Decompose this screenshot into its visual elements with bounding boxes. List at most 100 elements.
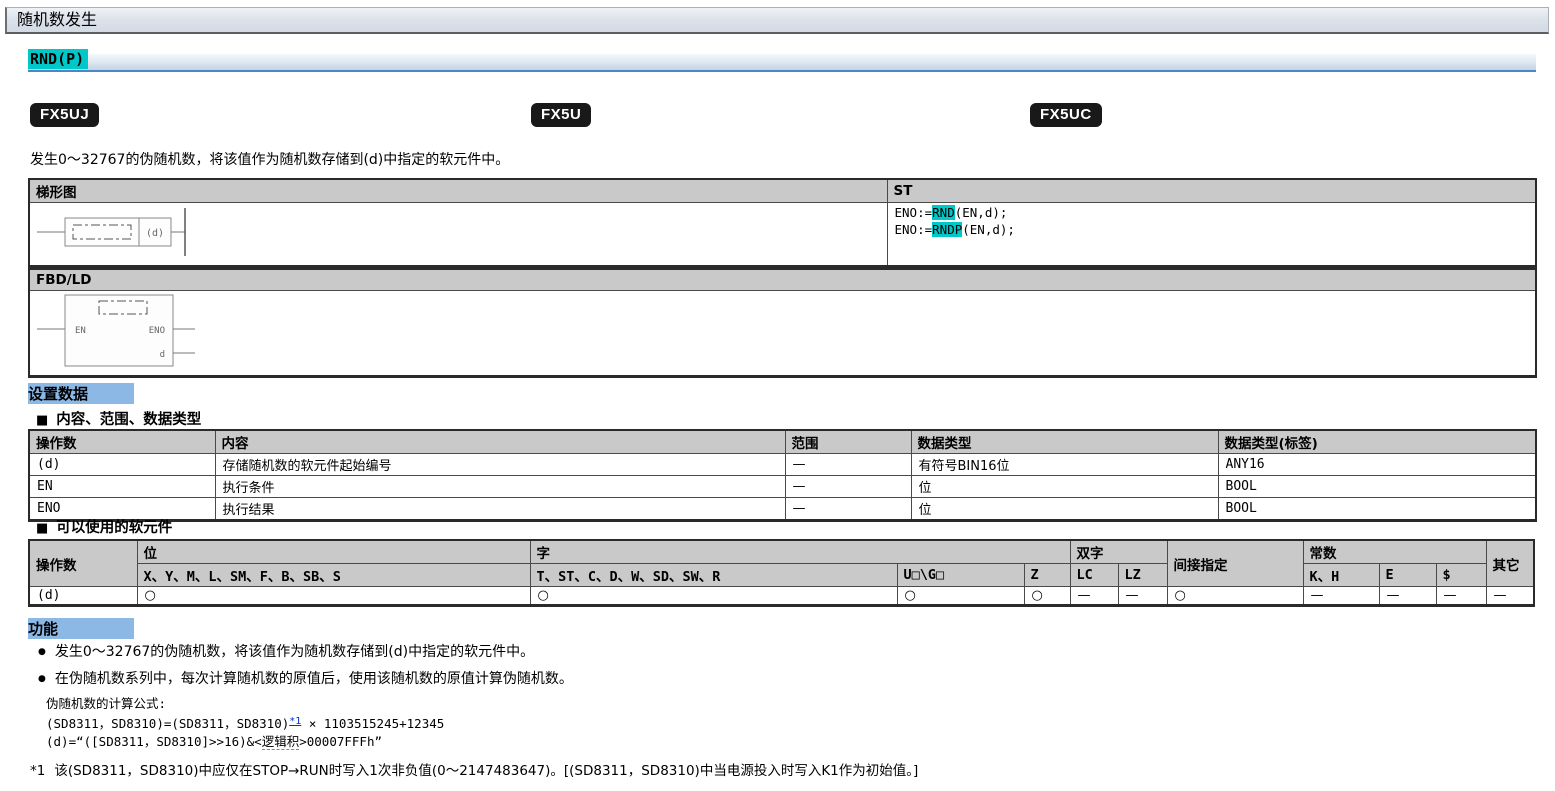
instruction-intro: 发生0～32767的伪随机数，将该值作为随机数存储到(d)中指定的软元件中。	[30, 149, 509, 169]
fbd-ld-header: FBD/LD	[29, 269, 1536, 290]
cell-e-usable: —	[1379, 587, 1436, 606]
model-badge-fx5uc: FX5UC	[1030, 103, 1102, 127]
formula-text: (SD8311，SD8310)=(SD8311，SD8310)	[46, 716, 289, 731]
ladder-header: 梯形图	[29, 179, 887, 203]
sub-header-kh: K、H	[1303, 564, 1379, 587]
sub-header-bit-devices: X、Y、M、L、SM、F、B、SB、S	[137, 564, 530, 587]
function-bullet-1: 发生0～32767的伪随机数，将该值作为随机数存储到(d)中指定的软元件中。	[38, 641, 534, 661]
fbd-ld-table: FBD/LD EN ENO d	[28, 268, 1537, 378]
group-header-constant: 常数	[1303, 540, 1486, 564]
formula-text: >00007FFFh”	[299, 734, 382, 749]
function-heading: 功能	[28, 618, 134, 639]
st-code-pre: ENO:=	[895, 205, 933, 220]
st-highlight-rnd: RND	[932, 205, 955, 220]
col-header-operand: 操作数	[29, 540, 137, 587]
sub-header-buffer-memory: U□\G□	[897, 564, 1024, 587]
sub-header-index-z: Z	[1024, 564, 1070, 587]
function-bullet-2: 在伪随机数系列中，每次计算随机数的原值后，使用该随机数的原值计算伪随机数。	[38, 668, 573, 688]
group-header-bit: 位	[137, 540, 530, 564]
cell-datatype: 位	[911, 498, 1218, 521]
cell-word-usable: ○	[530, 587, 897, 606]
footnote-marker: *1	[30, 763, 45, 779]
ladder-operand-label: (d)	[146, 228, 164, 239]
square-marker-icon: ■	[36, 413, 48, 428]
sub-header-e: E	[1379, 564, 1436, 587]
col-header-datatype-label: 数据类型(标签)	[1218, 430, 1536, 454]
col-header-range: 范围	[785, 430, 911, 454]
cell-content: 执行条件	[215, 476, 785, 498]
sub-header-lz: LZ	[1118, 564, 1167, 587]
fbd-diagram: EN ENO d	[37, 292, 237, 370]
table-row: EN 执行条件 — 位 BOOL	[29, 476, 1536, 498]
function-title: 功能	[28, 618, 134, 639]
cell-operand: (d)	[29, 587, 137, 606]
cell-lz-usable: —	[1118, 587, 1167, 606]
cell-range: —	[785, 498, 911, 521]
col-header-datatype: 数据类型	[911, 430, 1218, 454]
cell-indirect-usable: ○	[1167, 587, 1303, 606]
table-header-row: 操作数 内容 范围 数据类型 数据类型(标签)	[29, 430, 1536, 454]
cell-content: 存储随机数的软元件起始编号	[215, 454, 785, 476]
st-header: ST	[887, 179, 1536, 203]
cell-datatype: 有符号BIN16位	[911, 454, 1218, 476]
st-highlight-rndp: RNDP	[932, 222, 962, 237]
model-badges: FX5UJ FX5U FX5UC	[28, 103, 1536, 129]
instruction-name: RND(P)	[28, 49, 88, 69]
formula-text: (d)=“([SD8311，SD8310]>>16)&<	[46, 734, 262, 749]
cell-bit-usable: ○	[137, 587, 530, 606]
cell-range: —	[785, 476, 911, 498]
cell-kh-usable: —	[1303, 587, 1379, 606]
cell-z-usable: ○	[1024, 587, 1070, 606]
device-group-header-row: 操作数 位 字 双字 间接指定 常数 其它	[29, 540, 1534, 564]
page-title: 随机数发生	[17, 10, 97, 29]
formula-text: × 1103515245+12345	[301, 716, 444, 731]
st-code-post: (EN,d);	[962, 222, 1015, 237]
sub-header-string: $	[1436, 564, 1486, 587]
group-header-word: 字	[530, 540, 1070, 564]
st-code-pre: ENO:=	[895, 222, 933, 237]
footnote-1: *1 该(SD8311，SD8310)中应仅在STOP→RUN时写入1次非负值(0…	[30, 759, 918, 779]
operand-spec-table: 操作数 内容 范围 数据类型 数据类型(标签) (d) 存储随机数的软元件起始编…	[28, 429, 1537, 522]
device-usability-row: (d) ○ ○ ○ ○ — — ○ — — — —	[29, 587, 1534, 606]
bullet-text: 在伪随机数系列中，每次计算随机数的原值后，使用该随机数的原值计算伪随机数。	[55, 671, 573, 687]
glossary-term-link[interactable]: 逻辑积	[262, 734, 300, 750]
table-row: ENO 执行结果 — 位 BOOL	[29, 498, 1536, 521]
cell-range: —	[785, 454, 911, 476]
cell-string-usable: —	[1436, 587, 1486, 606]
cell-operand: EN	[29, 476, 215, 498]
group-header-dword: 双字	[1070, 540, 1167, 564]
footnote-ref-link[interactable]: *1	[289, 716, 301, 727]
col-header-content: 内容	[215, 430, 785, 454]
formula-line-1: (SD8311，SD8310)=(SD8311，SD8310)*1 × 1103…	[46, 713, 444, 733]
sub-header-lc: LC	[1070, 564, 1118, 587]
group-header-other: 其它	[1486, 540, 1534, 587]
formula-label: 伪随机数的计算公式:	[46, 695, 444, 713]
setting-data-title: 设置数据	[28, 383, 134, 404]
cell-buffer-usable: ○	[897, 587, 1024, 606]
usable-devices-table: 操作数 位 字 双字 间接指定 常数 其它 X、Y、M、L、SM、F、B、SB、…	[28, 539, 1535, 607]
st-code-line-1: ENO:=RND(EN,d);	[895, 204, 1529, 221]
cell-other-usable: —	[1486, 587, 1534, 606]
ladder-diagram-cell: (d)	[29, 203, 887, 267]
ladder-st-table: 梯形图 ST (d) ENO:=RND(EN,d); ENO:=RNDP(EN,…	[28, 178, 1537, 268]
model-badge-fx5u: FX5U	[531, 103, 591, 127]
ladder-diagram: (d)	[37, 204, 217, 260]
table-row: (d) 存储随机数的软元件起始编号 — 有符号BIN16位 ANY16	[29, 454, 1536, 476]
fbd-eno-label: ENO	[149, 326, 165, 336]
st-code-post: (EN,d);	[955, 205, 1008, 220]
col-header-operand: 操作数	[29, 430, 215, 454]
device-sub-header-row: X、Y、M、L、SM、F、B、SB、S T、ST、C、D、W、SD、SW、R U…	[29, 564, 1534, 587]
cell-content: 执行结果	[215, 498, 785, 521]
page-title-bar: 随机数发生	[5, 7, 1549, 34]
footnote-text: 该(SD8311，SD8310)中应仅在STOP→RUN时写入1次非负值(0～2…	[54, 763, 918, 779]
cell-datatype-label: BOOL	[1218, 498, 1536, 521]
setting-data-heading: 设置数据	[28, 383, 134, 404]
cell-datatype-label: BOOL	[1218, 476, 1536, 498]
fbd-diagram-cell: EN ENO d	[29, 290, 1536, 376]
subheading-text: 内容、范围、数据类型	[56, 412, 201, 428]
cell-operand: (d)	[29, 454, 215, 476]
group-header-indirect: 间接指定	[1167, 540, 1303, 587]
formula-line-2: (d)=“([SD8311，SD8310]>>16)&<逻辑积>00007FFF…	[46, 733, 444, 751]
fbd-en-label: EN	[75, 326, 86, 336]
formula-block: 伪随机数的计算公式: (SD8311，SD8310)=(SD8311，SD831…	[46, 695, 444, 751]
